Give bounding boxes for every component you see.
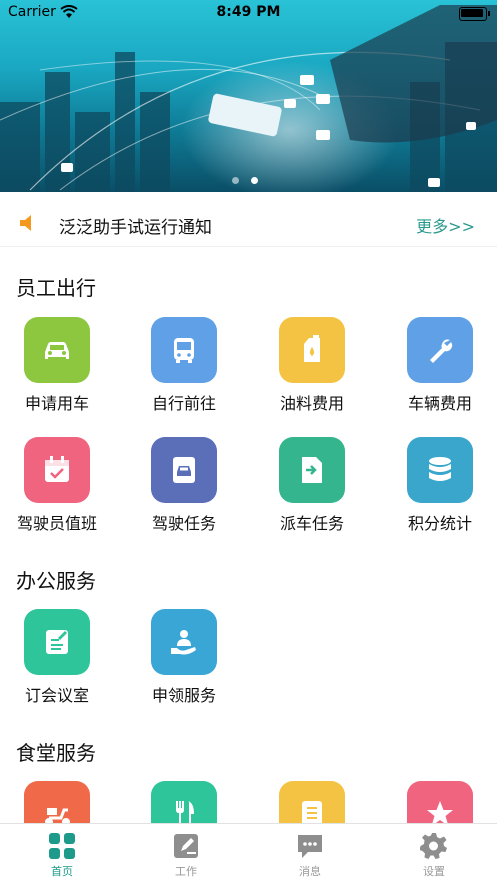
section-title-canteen: 食堂服务: [16, 741, 96, 765]
driving-task-label: 驾驶任务: [151, 514, 216, 533]
edit-icon: [174, 834, 198, 858]
self-travel-label: 自行前往: [151, 394, 216, 413]
clock: 8:49 PM: [216, 4, 281, 20]
apply-service-button[interactable]: 申领服务: [120, 609, 248, 706]
apply-car-label: 申请用车: [24, 394, 89, 413]
section-title-office: 办公服务: [16, 569, 96, 593]
driver-duty-label: 驾驶员值班: [16, 514, 97, 533]
notice-text[interactable]: 泛泛助手试运行通知: [59, 213, 212, 238]
points-stats-label: 积分统计: [407, 514, 472, 533]
home-grid-icon: [49, 833, 75, 859]
tab-work-label: 工作: [175, 865, 197, 878]
more-link[interactable]: 更多>>: [416, 213, 475, 237]
dispatch-task-label: 派车任务: [279, 514, 344, 533]
database-icon: [407, 437, 473, 503]
tab-bar: 首页 工作 消息 设置: [0, 823, 497, 884]
points-stats-button[interactable]: 积分统计: [376, 437, 497, 534]
wrench-icon: [407, 317, 473, 383]
calendar-icon: [24, 437, 90, 503]
status-bar: Carrier 8:49 PM: [0, 0, 497, 26]
fuel-cost-button[interactable]: 油料费用: [248, 317, 376, 414]
banner-dot-active[interactable]: [251, 177, 258, 184]
vehicle-cost-label: 车辆费用: [407, 394, 472, 413]
book-meeting-room-label: 订会议室: [24, 686, 89, 705]
vehicle-cost-button[interactable]: 车辆费用: [376, 317, 497, 414]
battery-icon: [459, 7, 490, 21]
driver-duty-button[interactable]: 驾驶员值班: [0, 437, 121, 534]
meeting-room-icon: [24, 609, 90, 675]
tab-messages-label: 消息: [299, 865, 321, 878]
banner-illustration: [0, 5, 497, 191]
notice-bar[interactable]: 泛泛助手试运行通知 更多>>: [0, 200, 497, 247]
tab-home-label: 首页: [51, 865, 73, 878]
gear-icon: [420, 833, 447, 859]
banner-pagination[interactable]: [232, 169, 270, 188]
driving-task-icon: [151, 437, 217, 503]
tab-home[interactable]: 首页: [0, 832, 124, 879]
message-icon: [298, 835, 322, 858]
bus-icon: [151, 317, 217, 383]
self-travel-button[interactable]: 自行前往: [120, 317, 248, 414]
dispatch-task-button[interactable]: 派车任务: [248, 437, 376, 534]
service-icon: [151, 609, 217, 675]
driving-task-button[interactable]: 驾驶任务: [120, 437, 248, 534]
apply-car-button[interactable]: 申请用车: [0, 317, 121, 414]
section-title-travel: 员工出行: [16, 276, 96, 300]
tab-settings[interactable]: 设置: [372, 832, 496, 879]
car-icon: [24, 317, 90, 383]
tab-settings-label: 设置: [423, 865, 445, 878]
tab-messages[interactable]: 消息: [248, 832, 372, 879]
dispatch-icon: [279, 437, 345, 503]
banner-dot[interactable]: [232, 177, 239, 184]
book-meeting-room-button[interactable]: 订会议室: [0, 609, 121, 706]
tab-work[interactable]: 工作: [124, 832, 248, 879]
fuel-cost-label: 油料费用: [279, 394, 344, 413]
hero-banner[interactable]: [0, 0, 497, 192]
apply-service-label: 申领服务: [151, 686, 216, 705]
speaker-icon: [20, 215, 31, 231]
fuel-icon: [279, 317, 345, 383]
